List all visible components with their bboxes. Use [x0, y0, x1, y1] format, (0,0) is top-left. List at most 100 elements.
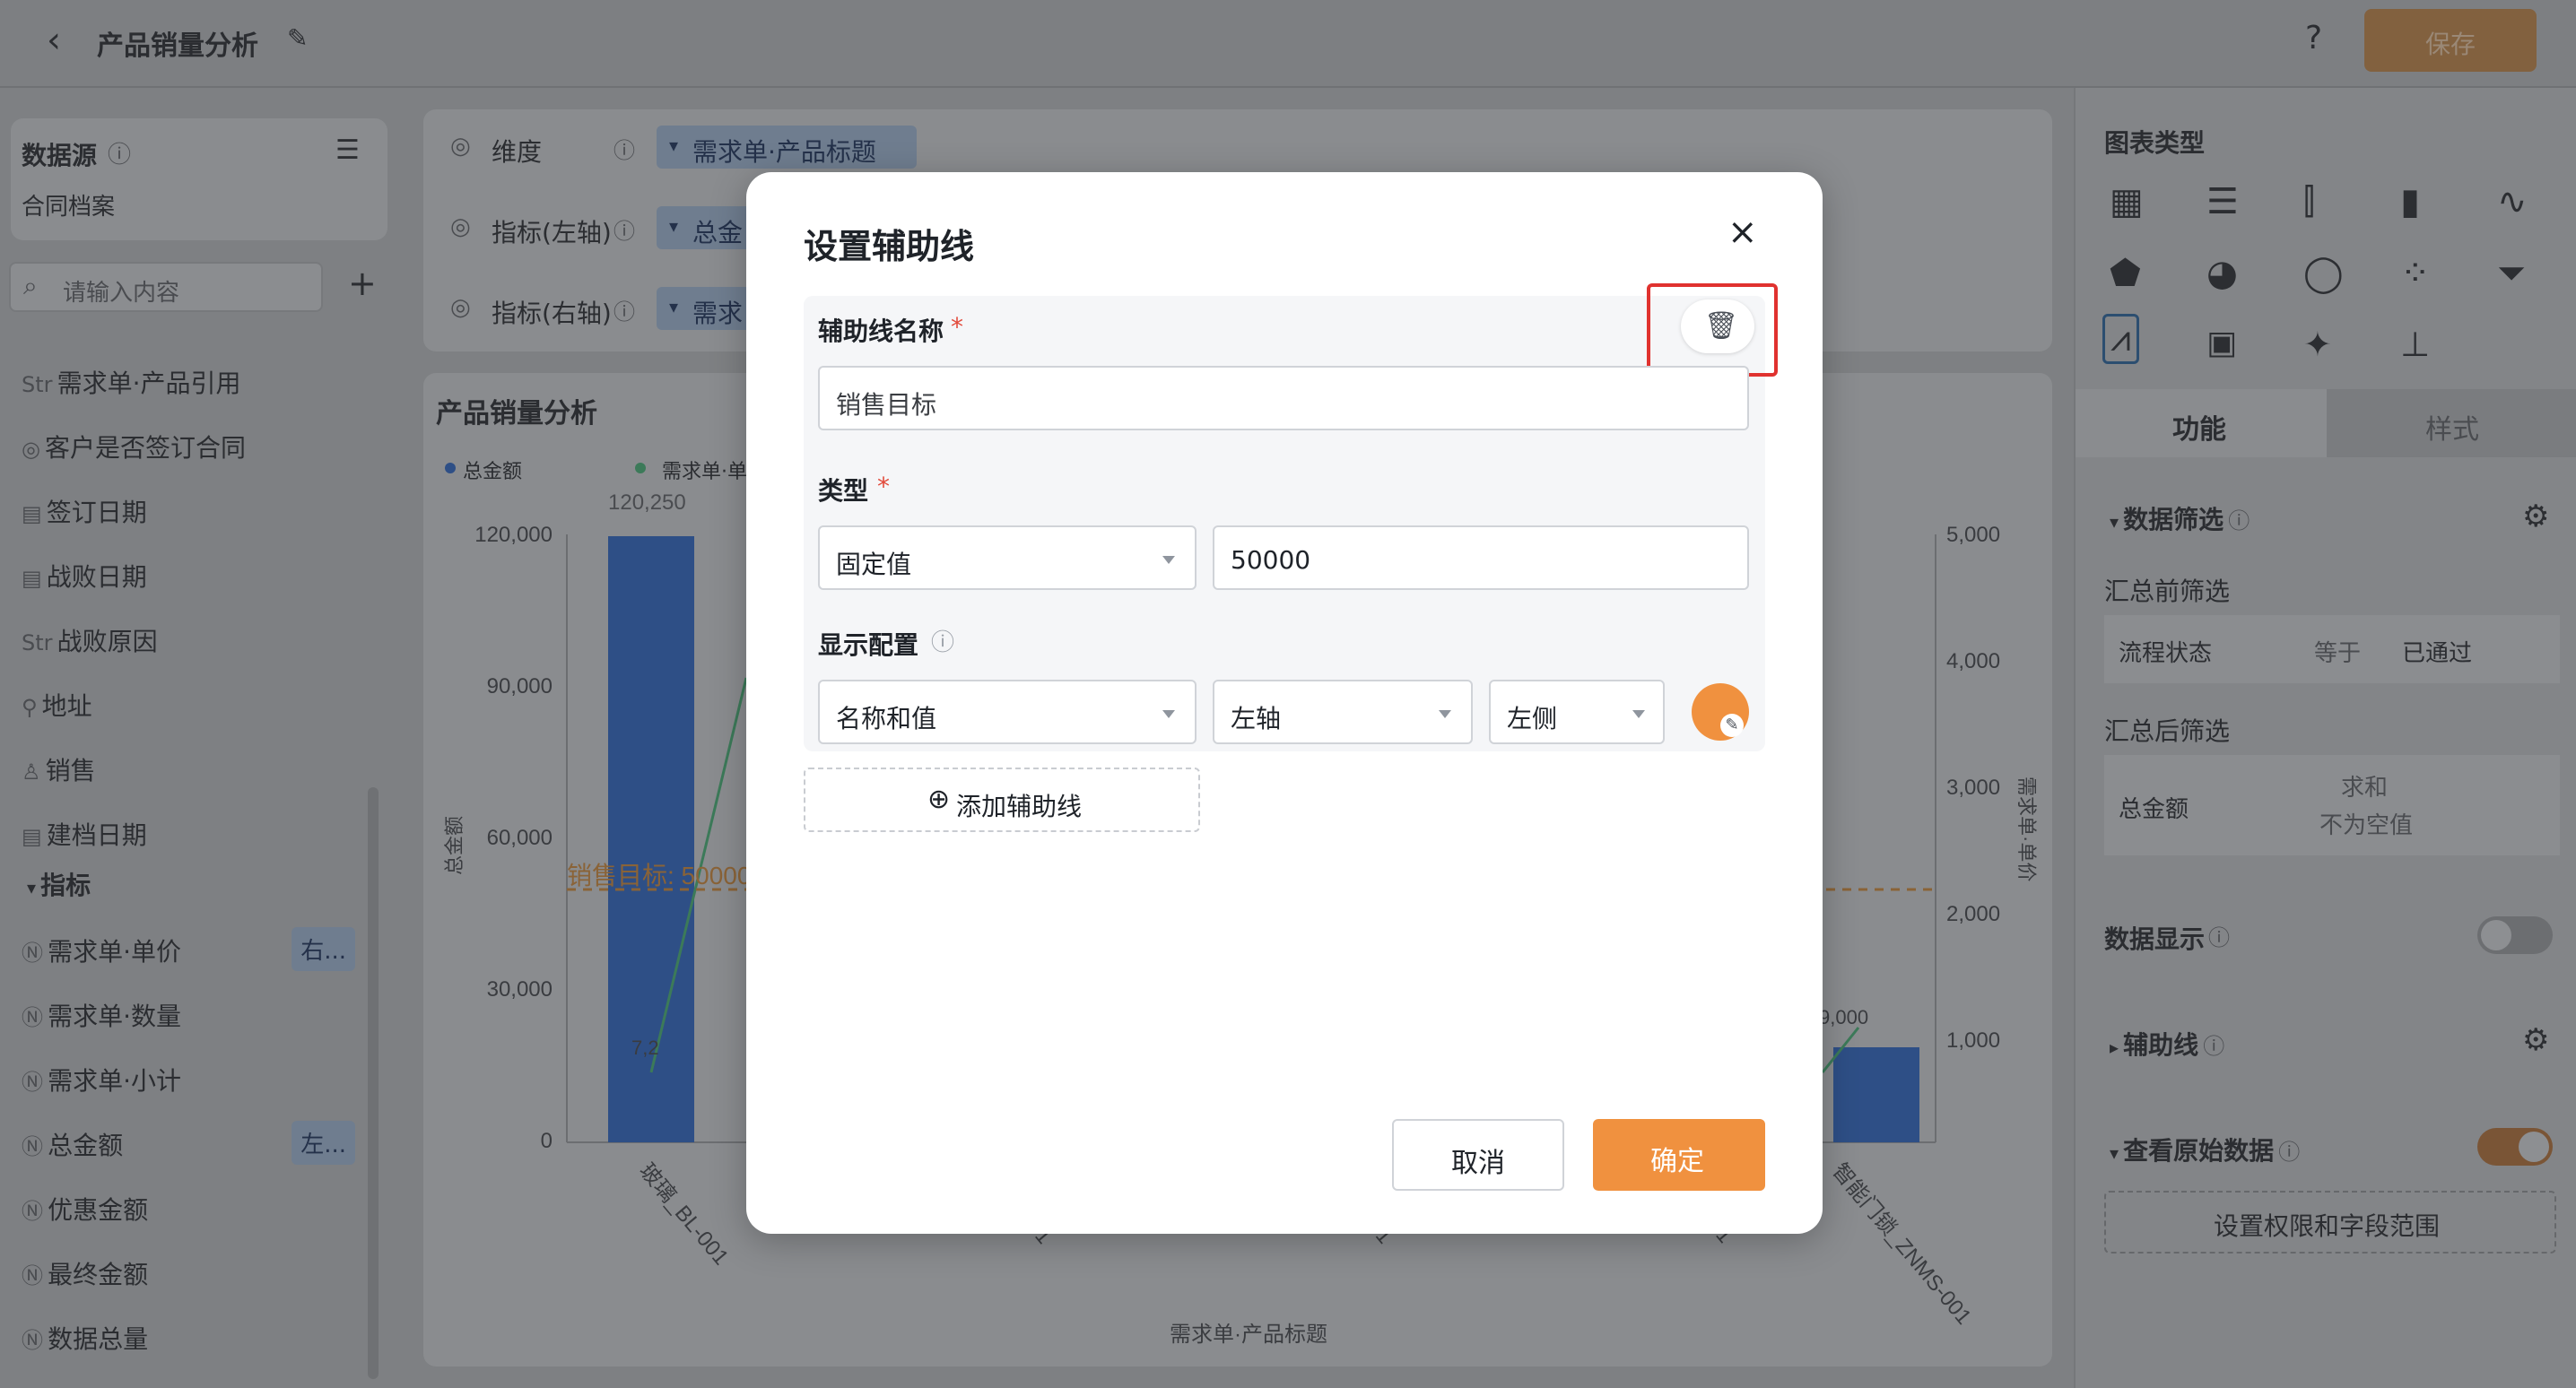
left-scrollbar[interactable] — [368, 787, 379, 1379]
display-help-icon[interactable]: ⓘ — [931, 624, 954, 657]
left-axis-help-icon[interactable]: ⓘ — [614, 213, 635, 245]
help-icon[interactable]: ? — [2305, 20, 2322, 56]
close-icon[interactable]: × — [1727, 212, 1758, 253]
color-picker[interactable]: ✎ — [1692, 683, 1749, 741]
dimension-chip[interactable]: ▾ 需求单·产品标题 — [657, 126, 917, 169]
field-item[interactable]: ▤ 建档日期 — [22, 816, 147, 852]
dimension-help-icon[interactable]: ⓘ — [614, 133, 635, 164]
save-button[interactable]: 保存 — [2364, 9, 2537, 72]
combo-chart-icon[interactable]: ⩘ — [2102, 314, 2139, 364]
field-item[interactable]: ♙ 销售 — [22, 751, 96, 787]
tab-function[interactable]: 功能 — [2076, 389, 2327, 457]
type-select[interactable]: 固定值 — [818, 525, 1197, 590]
add-aux-line-button[interactable]: ⊕ 添加辅助线 — [804, 768, 1200, 832]
left-axis-ticks: 120,000 90,000 60,000 30,000 0 — [474, 523, 553, 1153]
line-chart-icon[interactable]: ∿ — [2497, 181, 2528, 222]
data-display-help-icon[interactable]: ⓘ — [2208, 920, 2230, 951]
data-filter-settings-icon[interactable]: ⚙ — [2522, 499, 2549, 534]
side-select[interactable]: 左侧 — [1489, 680, 1665, 744]
tab-style-label: 样式 — [2425, 414, 2479, 446]
post-filter-field: 总金额 — [2119, 796, 2189, 823]
axis-tag: 左... — [292, 1121, 355, 1165]
metric-item[interactable]: Ⓝ 需求单·小计 — [22, 1062, 181, 1097]
tab-style[interactable]: 样式 — [2327, 389, 2576, 457]
cancel-button[interactable]: 取消 — [1392, 1119, 1564, 1191]
post-filter-row[interactable]: 总金额 求和 不为空值 — [2104, 755, 2560, 855]
data-filter-header[interactable]: ▾ 数据筛选 ⓘ — [2110, 500, 2250, 536]
metric-item[interactable]: Ⓝ 数据总量 — [22, 1320, 148, 1356]
edit-title-icon[interactable]: ✎ — [287, 23, 308, 53]
back-icon[interactable]: ‹ — [47, 20, 61, 61]
datasource-card: 数据源 ⓘ ☰ 合同档案 — [11, 118, 387, 240]
chart-type-label: 图表类型 — [2104, 128, 2206, 158]
database-icon[interactable]: ☰ — [335, 134, 360, 166]
aux-line-header[interactable]: ▸ 辅助线 ⓘ — [2110, 1026, 2224, 1062]
dimension-label: 维度 — [492, 137, 543, 167]
name-input[interactable]: 销售目标 — [818, 366, 1749, 430]
add-circle-icon: ⊕ — [927, 784, 951, 815]
bar-chart-icon[interactable]: ▮ — [2400, 181, 2420, 222]
metric-item[interactable]: Ⓝ 优惠金额 — [22, 1191, 148, 1227]
display-mode-value: 名称和值 — [836, 704, 937, 733]
display-mode-select[interactable]: 名称和值 — [818, 680, 1197, 744]
metrics-group-header[interactable]: ▾ 指标 — [27, 866, 91, 902]
data-display-toggle[interactable] — [2477, 916, 2553, 954]
metric-item[interactable]: Ⓝ 最终金额 — [22, 1255, 148, 1291]
map-chart-icon[interactable]: ✦ — [2303, 325, 2332, 364]
field-item[interactable]: Str 需求单·产品引用 — [22, 364, 241, 400]
radar-chart-icon[interactable]: ⬟ — [2110, 253, 2141, 294]
raw-data-toggle[interactable] — [2477, 1128, 2553, 1166]
right-axis-help-icon[interactable]: ⓘ — [614, 294, 635, 325]
tree-chart-icon[interactable]: ⊥ — [2400, 325, 2430, 364]
permission-button[interactable]: 设置权限和字段范围 — [2104, 1191, 2556, 1254]
donut-chart-icon[interactable]: ◯ — [2303, 253, 2344, 294]
aux-line-settings-icon[interactable]: ⚙ — [2522, 1022, 2549, 1058]
field-item[interactable]: ▤ 签订日期 — [22, 493, 147, 529]
page-title: 产品销量分析 — [97, 30, 258, 62]
table-chart-icon[interactable]: ▦ — [2110, 181, 2144, 222]
list-chart-icon[interactable]: ☰ — [2206, 181, 2239, 222]
right-tick-label: 1,000 — [1946, 1028, 2000, 1053]
confirm-button[interactable]: 确定 — [1593, 1119, 1765, 1191]
left-tick-label: 90,000 — [487, 674, 553, 698]
metric-item[interactable]: Ⓝ 总金额 左... — [22, 1121, 355, 1165]
axis-select[interactable]: 左轴 — [1213, 680, 1473, 744]
data-filter-help-icon[interactable]: ⓘ — [2228, 508, 2250, 534]
type-select-value: 固定值 — [836, 550, 912, 579]
field-item[interactable]: ◎ 客户是否签订合同 — [22, 429, 246, 464]
point-data-label: 7,2 — [631, 1037, 659, 1059]
right-point-label: 9,000 — [1819, 1006, 1868, 1028]
field-item[interactable]: ⚲ 地址 — [22, 687, 92, 723]
field-item[interactable]: Str 战败原因 — [22, 622, 158, 658]
raw-data-help-icon[interactable]: ⓘ — [2278, 1140, 2300, 1165]
field-search-input[interactable]: ⌕ 请输入内容 — [9, 262, 323, 312]
pre-filter-row[interactable]: 流程状态 等于 已通过 — [2104, 615, 2560, 683]
datasource-help-icon[interactable]: ⓘ — [108, 136, 131, 169]
left-tick-label: 0 — [541, 1129, 553, 1153]
aux-line-help-icon[interactable]: ⓘ — [2203, 1034, 2224, 1059]
dimension-chip-label: 需求单·产品标题 — [692, 137, 876, 167]
aux-line-dialog: 设置辅助线 × 辅助线名称 * 🗑 销售目标 类型 * 固定值 50000 显示… — [746, 172, 1823, 1234]
metric-item[interactable]: Ⓝ 需求单·单价 右... — [22, 927, 355, 971]
horizontal-bar-icon[interactable]: ⫿ — [2303, 181, 2315, 222]
delete-line-button[interactable]: 🗑 — [1681, 299, 1754, 353]
field-item[interactable]: ▤ 战败日期 — [22, 558, 147, 594]
tab-function-label: 功能 — [2172, 414, 2226, 446]
post-filter-label: 汇总后筛选 — [2104, 716, 2231, 746]
add-field-icon[interactable]: + — [348, 264, 377, 303]
scatter-chart-icon[interactable]: ⁘ — [2400, 253, 2431, 294]
post-filter-agg: 求和 — [2341, 775, 2389, 802]
metric-item[interactable]: Ⓝ 需求单·数量 — [22, 997, 181, 1033]
pie-chart-icon[interactable]: ◕ — [2206, 253, 2238, 294]
left-tick-label: 120,000 — [474, 523, 553, 547]
left-axis-icon: ◎ — [450, 213, 471, 240]
peak-data-label: 120,250 — [608, 490, 686, 515]
right-tick-label: 3,000 — [1946, 776, 2000, 800]
raw-data-header[interactable]: ▾ 查看原始数据 ⓘ — [2110, 1132, 2300, 1167]
value-input[interactable]: 50000 — [1213, 525, 1749, 590]
funnel-chart-icon[interactable]: ⏷ — [2497, 253, 2526, 294]
number-card-icon[interactable]: ▣ — [2206, 325, 2237, 361]
left-tick-label: 30,000 — [487, 977, 553, 1002]
dimension-icon: ◎ — [450, 133, 471, 160]
save-button-label: 保存 — [2425, 30, 2476, 59]
